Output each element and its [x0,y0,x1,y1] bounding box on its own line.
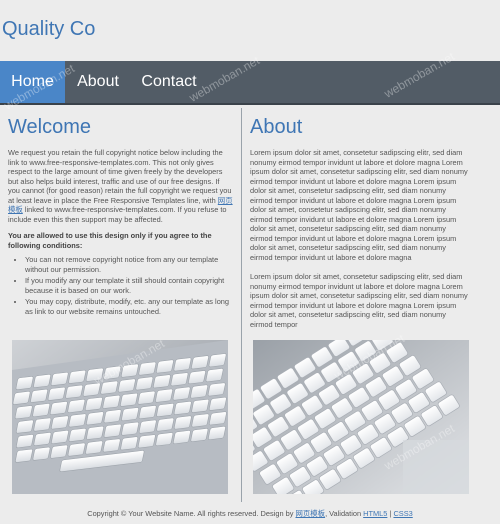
conditions-heading: You are allowed to use this design only … [8,231,212,250]
list-item: You may copy, distribute, modify, etc. a… [25,297,233,316]
conditions-list: You can not remove copyright notice from… [8,255,233,316]
about-heading: About [250,116,303,138]
laptop-keyboard-image [12,340,228,494]
welcome-section: Welcome We request you retain the full c… [8,116,233,318]
about-paragraph: Lorem ipsum dolor sit amet, consetetur s… [250,272,468,329]
welcome-heading: Welcome [8,116,91,138]
footer-css3-link[interactable]: CSS3 [393,509,412,518]
column-divider [241,108,242,502]
footer-copyright: Copyright © Your Website Name. All right… [87,509,294,518]
intro-text-after: linked to www.free-responsive-templates.… [8,205,227,224]
footer-design-link[interactable]: 网页模板 [295,509,325,518]
welcome-intro: We request you retain the full copyright… [8,148,233,224]
about-section: About Lorem ipsum dolor sit amet, conset… [250,116,470,336]
main-nav: Home About Contact [0,61,500,105]
nav-contact-link[interactable]: Contact [131,61,207,103]
about-paragraph: Lorem ipsum dolor sit amet, consetetur s… [250,148,468,262]
list-item: You can not remove copyright notice from… [25,255,233,274]
intro-text-before: We request you retain the full copyright… [8,148,232,205]
keyboard-closeup-image [253,340,469,494]
nav-about-link[interactable]: About [66,61,130,103]
footer-validation-label: , Validation [325,509,362,518]
list-item: If you modify any our template it still … [25,276,233,295]
nav-home-link[interactable]: Home [0,61,65,103]
footer-html5-link[interactable]: HTML5 [363,509,387,518]
site-title: Quality Co [2,18,96,40]
footer-separator: | [389,509,392,518]
footer: Copyright © Your Website Name. All right… [0,508,500,519]
